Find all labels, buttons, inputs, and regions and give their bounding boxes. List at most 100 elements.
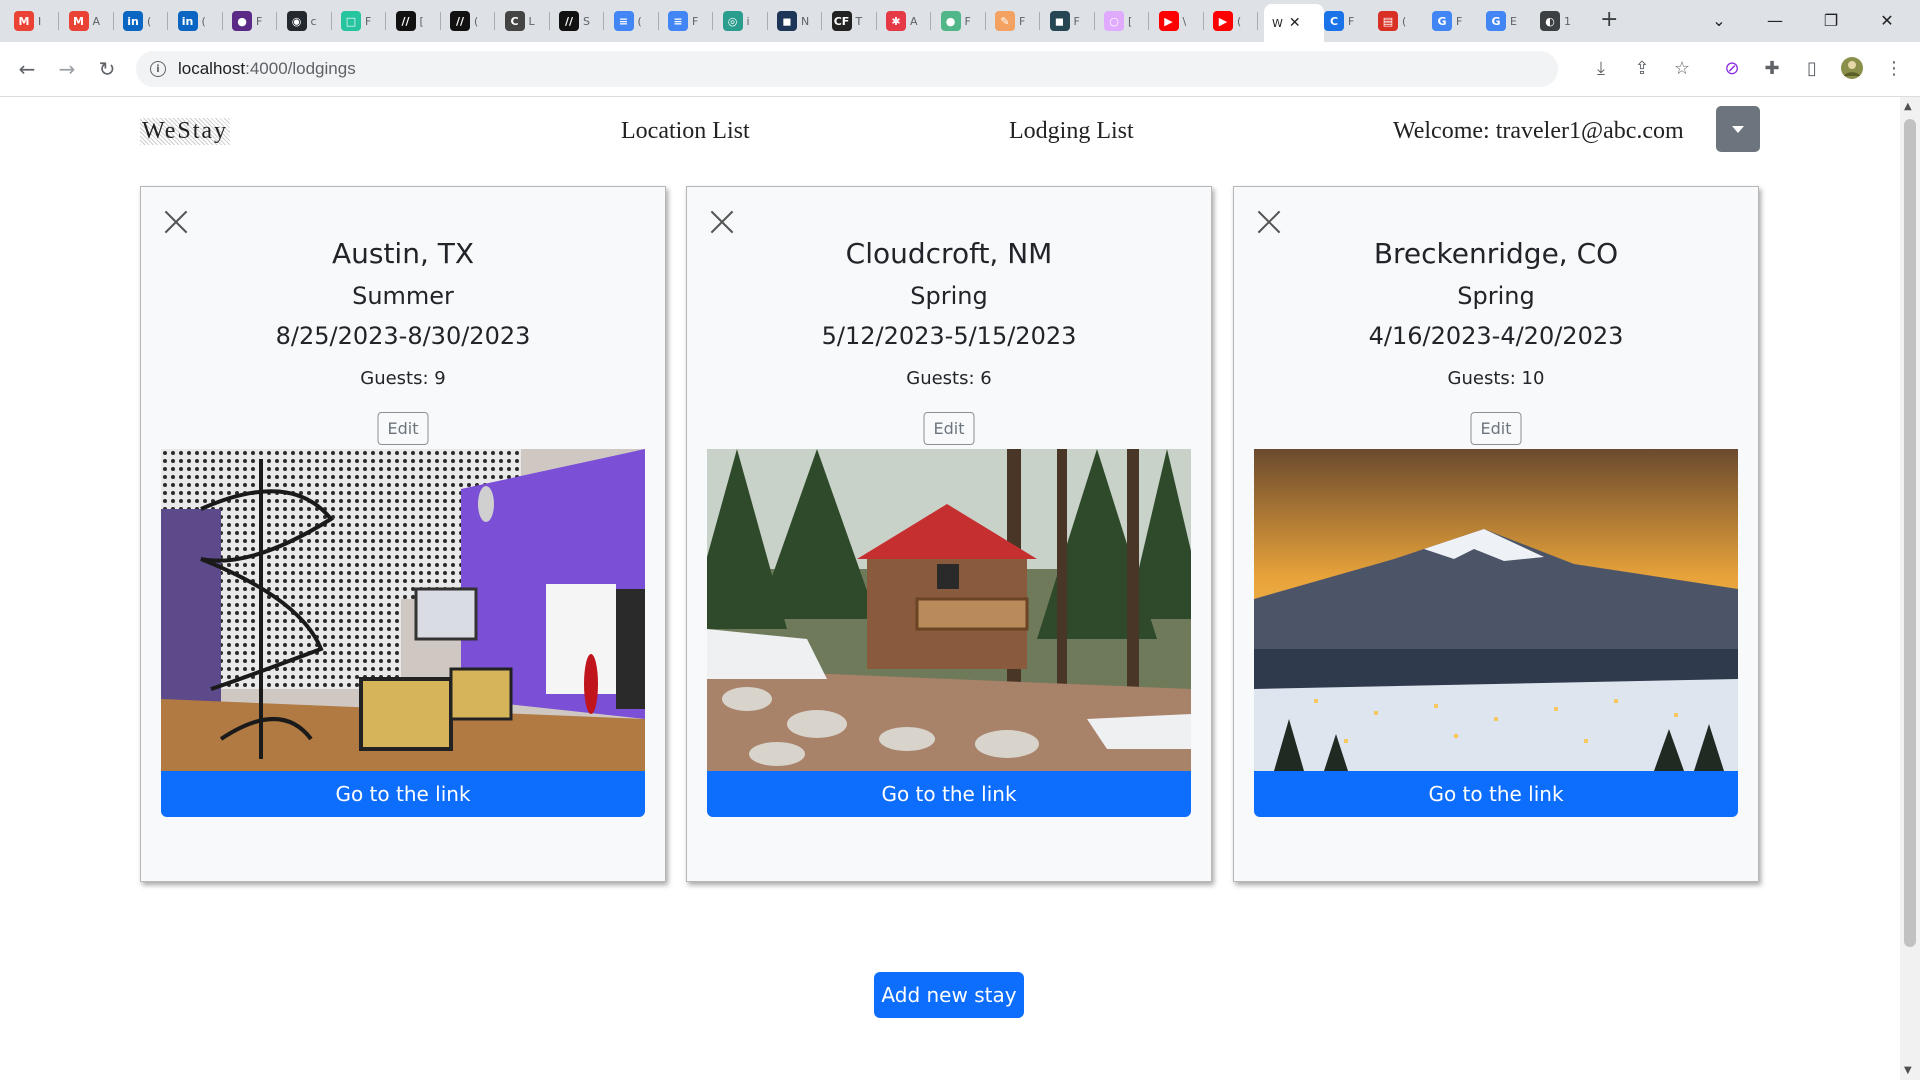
tab-title: F xyxy=(692,14,699,28)
edit-button[interactable]: Edit xyxy=(377,412,429,445)
tab-title: I xyxy=(38,14,42,28)
browser-tab[interactable]: ≡( xyxy=(613,6,654,36)
tab-title: ( xyxy=(1237,14,1242,28)
card-dates: 5/12/2023-5/15/2023 xyxy=(821,322,1077,350)
tab-separator xyxy=(1148,12,1149,30)
browser-tab[interactable]: ▤( xyxy=(1378,6,1418,36)
edit-button[interactable]: Edit xyxy=(923,412,975,445)
page-scrollbar[interactable]: ▲ ▼ xyxy=(1900,97,1920,1080)
browser-tab[interactable]: MI xyxy=(14,6,54,36)
browser-tab[interactable]: ✱ A xyxy=(886,6,926,36)
browser-tab[interactable]: ▶ \ xyxy=(1158,6,1199,36)
tab-favicon-icon: ▤ xyxy=(1378,11,1398,31)
scroll-down-icon[interactable]: ▼ xyxy=(1904,1065,1912,1076)
tab-title: 1 xyxy=(1564,14,1571,28)
reload-icon[interactable]: ↻ xyxy=(93,55,121,83)
tab-separator xyxy=(385,12,386,30)
tab-favicon-icon: G xyxy=(1432,11,1452,31)
browser-tab[interactable]: ≡ F xyxy=(668,6,708,36)
bookmark-star-icon[interactable]: ☆ xyxy=(1670,56,1694,80)
browser-tab[interactable]: MA xyxy=(68,6,109,36)
browser-tab[interactable]: // ( xyxy=(450,6,490,36)
tab-title: i xyxy=(746,14,750,28)
browser-tab[interactable]: //[ xyxy=(395,6,436,36)
tab-favicon-icon: ▶ xyxy=(1213,11,1233,31)
tab-favicon-icon: M xyxy=(68,11,89,31)
browser-tab[interactable]: // S xyxy=(559,6,599,36)
tab-title: F xyxy=(1456,14,1463,28)
browser-tab[interactable]: ◼ N xyxy=(777,6,817,36)
browser-tab[interactable]: ○[ xyxy=(1104,6,1144,36)
url-text[interactable]: localhost:4000/lodgings xyxy=(178,59,356,79)
tab-separator xyxy=(712,12,713,30)
delete-close-icon[interactable] xyxy=(163,209,189,235)
scroll-up-icon[interactable]: ▲ xyxy=(1904,101,1912,112)
caret-down-icon xyxy=(1732,125,1744,133)
profile-avatar-icon[interactable] xyxy=(1840,56,1864,80)
go-to-link-button[interactable]: Go to the link xyxy=(1254,771,1738,817)
blocker-extension-icon[interactable]: ⊘ xyxy=(1720,56,1744,80)
browser-tab[interactable]: CF xyxy=(1324,6,1364,36)
tab-separator xyxy=(930,12,931,30)
browser-tab[interactable]: ◼ F xyxy=(1049,6,1090,36)
tab-favicon-icon: ◼ xyxy=(777,11,797,31)
browser-tab[interactable]: in( xyxy=(123,6,163,36)
window-close-icon[interactable]: ✕ xyxy=(1864,6,1910,34)
tab-search-chevron-icon[interactable]: ⌄ xyxy=(1696,6,1742,34)
browser-tab[interactable]: ◎ i xyxy=(722,6,763,36)
tab-active-title: W xyxy=(1272,16,1283,30)
install-app-icon[interactable]: ⤓ xyxy=(1589,56,1613,80)
back-arrow-icon[interactable]: ← xyxy=(13,55,41,83)
lodging-card-cloudcroft: Cloudcroft, NM Spring 5/12/2023-5/15/202… xyxy=(686,186,1212,882)
user-dropdown-button[interactable] xyxy=(1716,106,1760,152)
go-to-link-button[interactable]: Go to the link xyxy=(161,771,645,817)
tab-favicon-icon: ◐ xyxy=(1540,11,1560,31)
browser-menu-icon[interactable]: ⋮ xyxy=(1882,56,1906,80)
tab-favicon-icon: ○ xyxy=(1104,11,1124,31)
nav-lodging-list[interactable]: Lodging List xyxy=(1009,118,1134,145)
site-info-icon[interactable]: i xyxy=(150,61,166,77)
browser-tab[interactable]: ✎ F xyxy=(995,6,1035,36)
tab-active-westay[interactable]: W ✕ xyxy=(1264,4,1324,42)
share-icon[interactable]: ⇪ xyxy=(1630,56,1654,80)
side-panel-icon[interactable]: ▯ xyxy=(1800,56,1824,80)
minimize-icon[interactable]: — xyxy=(1752,6,1798,34)
browser-tab[interactable]: CL xyxy=(504,6,545,36)
browser-tab[interactable]: □ F xyxy=(341,6,381,36)
delete-close-icon[interactable] xyxy=(709,209,735,235)
restore-icon[interactable]: ❐ xyxy=(1808,6,1854,34)
new-tab-button[interactable]: + xyxy=(1600,9,1618,31)
tab-title: \ xyxy=(1182,14,1187,28)
tab-separator xyxy=(276,12,277,30)
go-to-link-button[interactable]: Go to the link xyxy=(707,771,1191,817)
brand-logo[interactable]: WeStay xyxy=(140,118,231,145)
tab-favicon-icon: ◉ xyxy=(286,11,307,31)
browser-tab[interactable]: CF T xyxy=(831,6,872,36)
tab-close-icon[interactable]: ✕ xyxy=(1289,15,1301,31)
forward-arrow-icon[interactable]: → xyxy=(53,55,81,83)
tab-separator xyxy=(167,12,168,30)
tab-separator xyxy=(58,12,59,30)
browser-tab[interactable]: ◐ 1 xyxy=(1540,6,1580,36)
browser-tab[interactable]: in( xyxy=(177,6,218,36)
delete-close-icon[interactable] xyxy=(1256,209,1282,235)
browser-tab[interactable]: ◉ c xyxy=(286,6,327,36)
address-bar[interactable]: i localhost:4000/lodgings xyxy=(136,51,1558,87)
extensions-puzzle-icon[interactable]: ✚ xyxy=(1760,56,1784,80)
edit-button[interactable]: Edit xyxy=(1470,412,1522,445)
tab-favicon-icon: ≡ xyxy=(668,11,688,31)
nav-location-list[interactable]: Location List xyxy=(621,118,750,145)
browser-tab[interactable]: ● F xyxy=(232,6,272,36)
tab-favicon-icon: ✎ xyxy=(995,11,1015,31)
tab-title: ( xyxy=(201,14,206,28)
scrollbar-thumb[interactable] xyxy=(1904,119,1916,947)
tab-favicon-icon: ◼ xyxy=(1049,11,1070,31)
browser-tab[interactable]: ▶( xyxy=(1213,6,1253,36)
tab-title: T xyxy=(855,14,863,28)
add-new-stay-button[interactable]: Add new stay xyxy=(874,972,1024,1018)
tab-favicon-icon: □ xyxy=(341,11,361,31)
browser-tab[interactable]: ● F xyxy=(940,6,981,36)
browser-tab[interactable]: GF xyxy=(1432,6,1472,36)
tab-favicon-icon: ▶ xyxy=(1158,11,1179,31)
browser-tab[interactable]: GE xyxy=(1486,6,1526,36)
